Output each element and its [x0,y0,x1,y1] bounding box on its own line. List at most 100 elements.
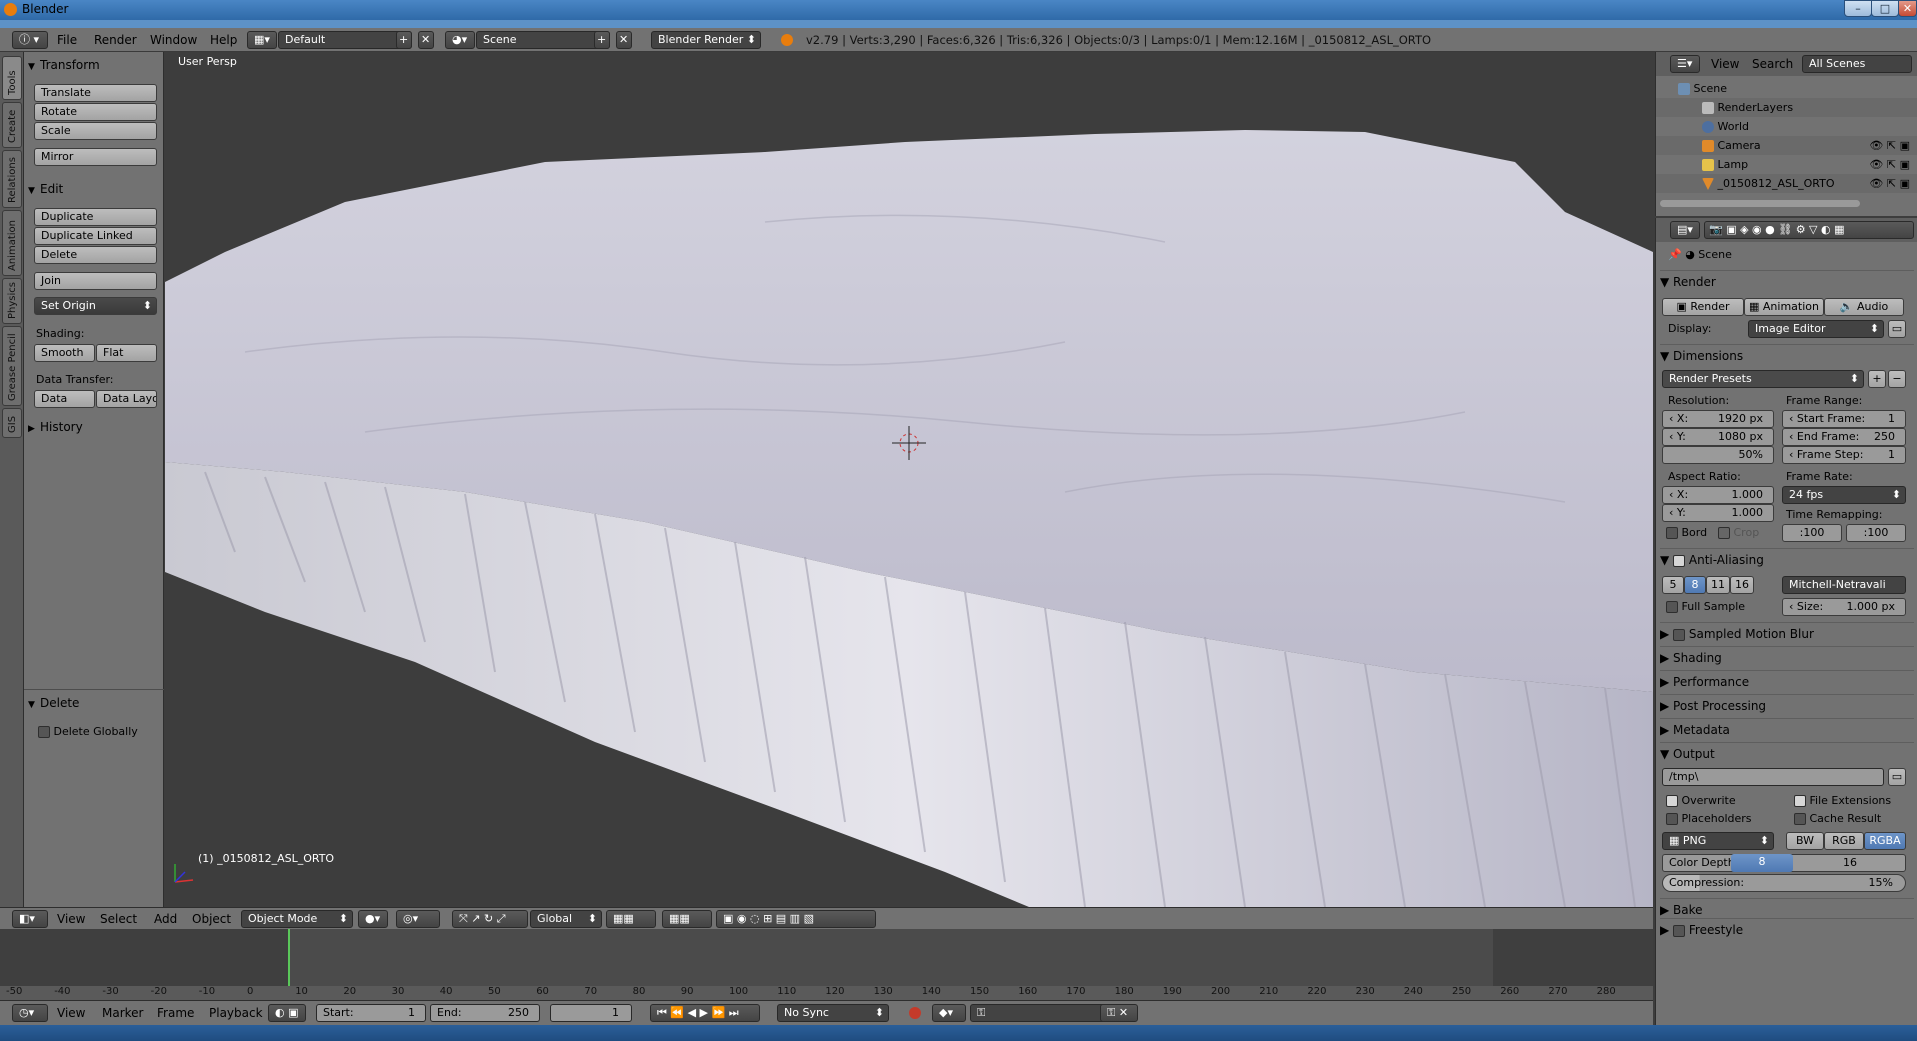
playhead[interactable] [288,929,290,986]
visibility-icons[interactable]: 👁 ⇱ ▣ [1869,155,1910,174]
render-engine-select[interactable]: Blender Render ⬍ [651,31,761,49]
screen-layout-icon[interactable]: ▦▾ [247,31,277,49]
cache-result-checkbox[interactable]: Cache Result [1794,812,1881,825]
menu-window[interactable]: Window [150,33,197,47]
menu-playback[interactable]: Playback [209,1006,263,1020]
tab-create[interactable]: Create [2,102,22,148]
render-animation-button[interactable]: ▦ Animation [1744,298,1824,316]
frame-step-prop[interactable]: ‹ Frame Step: 1 [1782,446,1906,464]
orientation-select[interactable]: Global ⬍ [530,910,602,928]
keyframe-insert-delete[interactable]: ⚿ ✕ [1100,1004,1138,1022]
border-checkbox[interactable]: Bord [1666,526,1707,539]
start-frame-prop[interactable]: ‹ Start Frame: 1 [1782,410,1906,428]
aa-sample-16[interactable]: 16 [1730,576,1754,594]
pivot-icon[interactable]: ◎▾ [396,910,440,928]
lock-interface-icon[interactable]: ▭ [1888,320,1906,338]
color-depth-field[interactable]: Color Depth: 8 16 [1662,854,1906,872]
shading-mode-icon[interactable]: ●▾ [358,910,388,928]
scale-button[interactable]: Scale [34,122,157,140]
render-presets-select[interactable]: Render Presets ⬍ [1662,370,1864,388]
join-button[interactable]: Join [34,272,157,290]
manipulator-icons[interactable]: ⤧ ↗ ↻ ⤢ [452,910,528,928]
end-frame-field[interactable]: End: 250 [430,1004,540,1022]
menu-object[interactable]: Object [192,912,231,926]
menu-timeline-view[interactable]: View [57,1006,85,1020]
visibility-icons[interactable]: 👁 ⇱ ▣ [1869,136,1910,155]
aspect-y-field[interactable]: ‹ Y: 1.000 [1662,504,1774,522]
delete-globally-checkbox[interactable]: Delete Globally [38,725,138,738]
tab-physics[interactable]: Physics [2,278,22,324]
duplicate-button[interactable]: Duplicate [34,208,157,226]
remove-preset-button[interactable]: − [1888,370,1906,388]
outliner-item-mesh[interactable]: _0150812_ASL_ORTO 👁 ⇱ ▣ [1656,174,1917,193]
scene-icon[interactable]: ◕▾ [445,31,475,49]
outliner-item-scene[interactable]: Scene [1656,79,1917,98]
transform-panel-header[interactable]: ▼ Transform [28,55,160,75]
preview-range-icons[interactable]: ◐ ▣ [268,1004,306,1022]
rgb-button[interactable]: RGB [1824,832,1864,850]
menu-add[interactable]: Add [154,912,177,926]
aa-filter-select[interactable]: Mitchell-Netravali [1782,576,1906,594]
layers-grid-1[interactable]: ▦▦ [606,910,656,928]
remove-scene-button[interactable]: ✕ [616,31,632,49]
frame-rate-select[interactable]: 24 fps ⬍ [1782,486,1906,504]
close-button[interactable]: ✕ [1898,0,1917,17]
aa-sample-5[interactable]: 5 [1662,576,1684,594]
translate-button[interactable]: Translate [34,84,157,102]
placeholders-checkbox[interactable]: Placeholders [1666,812,1752,825]
layers-grid-2[interactable]: ▦▦ [662,910,712,928]
motion-blur-panel-header[interactable]: ▶ Sampled Motion Blur [1660,622,1914,644]
tab-animation[interactable]: Animation [2,210,22,276]
overwrite-checkbox[interactable]: Overwrite [1666,794,1736,807]
aa-size-field[interactable]: ‹ Size: 1.000 px [1782,598,1906,616]
output-path-field[interactable]: /tmp\ [1662,768,1884,786]
sync-select[interactable]: No Sync ⬍ [777,1004,889,1022]
res-x-field[interactable]: ‹ X: 1920 px [1662,410,1774,428]
render-audio-button[interactable]: 🔈 Audio [1824,298,1904,316]
file-extensions-checkbox[interactable]: File Extensions [1794,794,1891,807]
record-icon[interactable] [909,1007,921,1019]
add-layout-button[interactable]: + [396,31,412,49]
res-percentage-field[interactable]: 50% [1662,446,1774,464]
display-select[interactable]: Image Editor ⬍ [1748,320,1884,338]
mirror-button[interactable]: Mirror [34,148,157,166]
operator-panel-header[interactable]: ▼ Delete [28,693,160,713]
3d-viewport[interactable]: User Persp (1) _0150812_ASL_ORTO [165,52,1653,907]
editor-type-outliner-button[interactable]: ☰▾ [1670,55,1700,73]
editor-type-properties-button[interactable]: ▤▾ [1670,221,1700,239]
tab-tools[interactable]: Tools [2,56,22,100]
performance-panel-header[interactable]: ▶ Performance [1660,670,1914,692]
menu-frame[interactable]: Frame [157,1006,194,1020]
outliner-view-menu[interactable]: View [1711,57,1739,71]
duplicate-linked-button[interactable]: Duplicate Linked [34,227,157,245]
start-frame-field[interactable]: Start: 1 [316,1004,426,1022]
visibility-icons[interactable]: 👁 ⇱ ▣ [1869,174,1910,193]
outliner-item-camera[interactable]: Camera 👁 ⇱ ▣ [1656,136,1917,155]
rgba-button[interactable]: RGBA [1864,832,1906,850]
add-preset-button[interactable]: + [1868,370,1886,388]
rotate-button[interactable]: Rotate [34,103,157,121]
aa-sample-8[interactable]: 8 [1684,576,1706,594]
maximize-button[interactable]: □ [1871,0,1899,17]
bw-button[interactable]: BW [1786,832,1824,850]
outliner-scrollbar[interactable] [1660,200,1860,207]
crop-checkbox[interactable]: Crop [1718,526,1759,539]
delete-button[interactable]: Delete [34,246,157,264]
editor-type-info-button[interactable]: ⓘ ▾ [12,31,48,49]
depth-16-button[interactable]: 16 [1793,855,1907,871]
output-panel-header[interactable]: ▼ Output [1660,742,1914,764]
menu-help[interactable]: Help [210,33,237,47]
aa-sample-11[interactable]: 11 [1706,576,1730,594]
properties-context-icons[interactable]: 📷 ▣ ◈ ◉ ● ⛓ ⚙ ▽ ◐ ▦ [1704,221,1914,239]
edit-panel-header[interactable]: ▼ Edit [28,179,160,199]
time-remap-old[interactable]: :100 [1782,524,1842,542]
smooth-button[interactable]: Smooth [34,344,95,362]
data-layout-button[interactable]: Data Layo [96,390,157,408]
end-frame-prop[interactable]: ‹ End Frame: 250 [1782,428,1906,446]
remove-layout-button[interactable]: ✕ [418,31,434,49]
menu-marker[interactable]: Marker [102,1006,143,1020]
keying-set-field[interactable]: ⚿ [970,1004,1120,1022]
layout-field[interactable]: Default [278,31,412,49]
menu-file[interactable]: File [57,33,77,47]
editor-type-timeline-button[interactable]: ◷▾ [12,1004,48,1022]
